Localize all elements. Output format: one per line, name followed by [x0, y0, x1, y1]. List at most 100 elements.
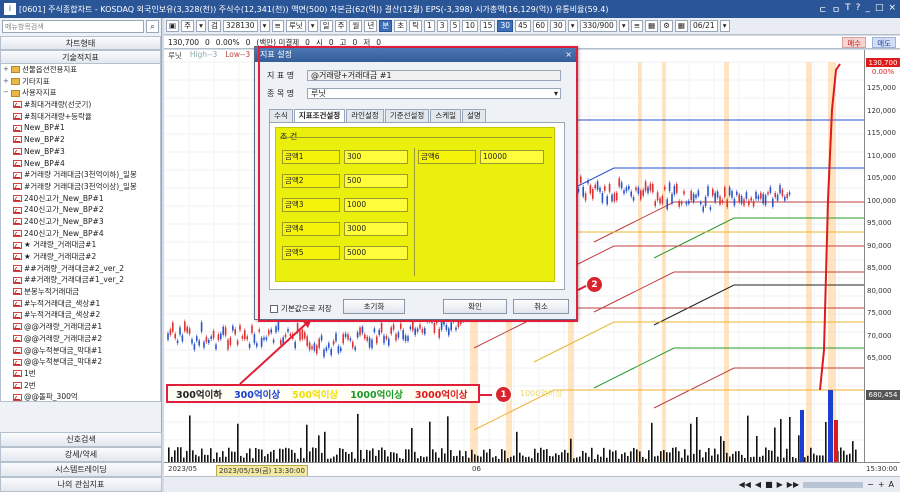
tree-item[interactable]: 240신고가_New_BP#1: [1, 193, 160, 205]
toolbar-button[interactable]: ▾: [307, 20, 318, 32]
toolbar-button[interactable]: 3: [436, 20, 448, 32]
tree-item[interactable]: 240신고가_New_BP#4: [1, 228, 160, 240]
toolbar-button[interactable]: 초: [394, 20, 408, 32]
tab-my-favorite-indicators[interactable]: 나의 관심지표: [0, 477, 162, 492]
toolbar-button[interactable]: 5: [449, 20, 461, 32]
sell-button[interactable]: 매도: [872, 36, 896, 48]
tree-item[interactable]: 2번: [1, 380, 160, 392]
save-default-checkbox[interactable]: [270, 304, 278, 313]
toolbar-button[interactable]: ≡: [630, 20, 644, 32]
toolbar-button[interactable]: 330/900: [579, 20, 617, 32]
tree-item[interactable]: 240신고가_New_BP#2: [1, 204, 160, 216]
toolbar-button[interactable]: 1: [424, 20, 435, 32]
dialog-tab[interactable]: 설명: [462, 109, 486, 122]
toolbar-button[interactable]: 분: [379, 20, 393, 32]
expand-toggle-icon[interactable]: −: [3, 87, 11, 99]
toolbar-button[interactable]: ▦: [645, 20, 659, 32]
tree-item[interactable]: @@누적분대금_막대#1: [1, 345, 160, 357]
tree-item[interactable]: @@거래량_거래대금#2: [1, 333, 160, 345]
buy-button[interactable]: 매수: [842, 36, 867, 48]
dialog-tab[interactable]: 스케일: [430, 109, 462, 122]
tree-item[interactable]: ★ 거래량_거래대금#1: [1, 239, 160, 251]
toolbar-button[interactable]: 주: [181, 20, 194, 32]
condition-value-input[interactable]: 300: [344, 150, 408, 164]
minimize-icon[interactable]: _: [865, 3, 870, 16]
expand-toggle-icon[interactable]: +: [3, 76, 11, 88]
expand-toggle-icon[interactable]: +: [3, 64, 11, 76]
toolbar-button[interactable]: 45: [514, 20, 531, 32]
tree-item[interactable]: @@누적분대금_막대#2: [1, 356, 160, 368]
toolbar-button[interactable]: ▦: [674, 20, 689, 32]
tree-item[interactable]: #누적거래대금_색상#2: [1, 309, 160, 321]
tree-item[interactable]: #거래량 거래대금(3천억이상)_일봉: [1, 181, 160, 193]
dialog-tab[interactable]: 기준선설정: [384, 109, 430, 122]
tree-item[interactable]: ##거래량_거래대금#2_ver_2: [1, 263, 160, 275]
tree-item[interactable]: @@거래량_거래대금#1: [1, 321, 160, 333]
toolbar-button[interactable]: 328130: [222, 20, 258, 32]
layout-icon[interactable]: ㅁ: [832, 3, 840, 16]
toolbar-button[interactable]: 루닛: [285, 20, 306, 32]
reset-button[interactable]: 초기화: [343, 299, 405, 314]
tree-item[interactable]: New_BP#1: [1, 122, 160, 134]
zoom-slider[interactable]: [803, 481, 864, 488]
tab-system-trading[interactable]: 시스템트레이딩: [0, 462, 162, 477]
menu-search-input[interactable]: 메뉴항목검색: [2, 20, 144, 33]
help-icon[interactable]: ?: [856, 3, 861, 16]
toolbar-button[interactable]: ⚙: [660, 20, 673, 32]
toolbar-button[interactable]: ▾: [196, 20, 206, 32]
scroll-first-icon[interactable]: ◀◀: [739, 480, 751, 489]
toolbar-button[interactable]: 검: [208, 20, 221, 32]
toolbar-button[interactable]: ▣: [166, 20, 180, 32]
toolbar-button[interactable]: 30: [550, 20, 566, 32]
dialog-tab[interactable]: 수식: [269, 109, 293, 122]
toolbar-button[interactable]: 년: [364, 20, 378, 32]
condition-value-input[interactable]: 500: [344, 174, 408, 188]
dialog-tab[interactable]: 라인설정: [346, 109, 384, 122]
tree-item[interactable]: New_BP#4: [1, 158, 160, 170]
tree-item[interactable]: #최대거래량(선굿기): [1, 99, 160, 111]
tree-item[interactable]: New_BP#3: [1, 146, 160, 158]
font-icon[interactable]: T: [845, 3, 851, 16]
tree-item[interactable]: − 사용자지표: [1, 87, 160, 99]
tab-chart-type[interactable]: 차트형태: [0, 36, 161, 50]
tree-item[interactable]: #거래량 거래대금(3천억이하)_일봉: [1, 169, 160, 181]
scroll-stop-icon[interactable]: ■: [765, 480, 773, 489]
toolbar-button[interactable]: 월: [349, 20, 363, 32]
toolbar-button[interactable]: 일: [319, 20, 333, 32]
toolbar-button[interactable]: ≡: [271, 20, 284, 32]
toolbar-button[interactable]: 60: [532, 20, 549, 32]
zoom-in-icon[interactable]: +: [878, 480, 885, 489]
maximize-icon[interactable]: □: [875, 3, 884, 16]
condition-value-input[interactable]: 10000: [480, 150, 544, 164]
condition-value-input[interactable]: 3000: [344, 222, 408, 236]
tree-item[interactable]: New_BP#2: [1, 134, 160, 146]
ok-button[interactable]: 확인: [443, 299, 507, 314]
indicator-name-field[interactable]: @거래량+거래대금 #1: [307, 69, 561, 81]
tree-item[interactable]: #최대거래량+등락율: [1, 111, 160, 123]
tab-strength-weakness[interactable]: 강세/약세: [0, 447, 162, 462]
tree-item[interactable]: + 선물옵션전용지표: [1, 64, 160, 76]
toolbar-button[interactable]: ▾: [259, 20, 270, 32]
stock-name-select[interactable]: 루닛 ▾: [307, 87, 561, 99]
zoom-reset-icon[interactable]: A: [889, 480, 894, 489]
close-icon[interactable]: ×: [888, 3, 896, 16]
dialog-tab[interactable]: 지표조건설정: [293, 109, 346, 122]
toolbar-button[interactable]: 30: [497, 20, 513, 32]
toolbar-button[interactable]: 10: [462, 20, 478, 32]
cancel-button[interactable]: 취소: [513, 299, 569, 314]
tab-technical-indicators[interactable]: 기술적지표: [0, 50, 161, 64]
tab-signal-search[interactable]: 신호검색: [0, 432, 162, 447]
scroll-next-icon[interactable]: ▶: [777, 480, 783, 489]
scroll-last-icon[interactable]: ▶▶: [787, 480, 799, 489]
toolbar-button[interactable]: 06/21: [690, 20, 718, 32]
pin-icon[interactable]: ㄷ: [819, 3, 827, 16]
toolbar-button[interactable]: ▾: [567, 20, 578, 32]
zoom-out-icon[interactable]: −: [867, 480, 874, 489]
scroll-prev-icon[interactable]: ◀: [755, 480, 761, 489]
condition-value-input[interactable]: 1000: [344, 198, 408, 212]
dialog-close-icon[interactable]: ×: [565, 47, 572, 62]
tree-item[interactable]: #누적거래대금_색상#1: [1, 298, 160, 310]
toolbar-button[interactable]: 틱: [409, 20, 422, 32]
condition-value-input[interactable]: 5000: [344, 246, 408, 260]
toolbar-button[interactable]: ▾: [719, 20, 730, 32]
